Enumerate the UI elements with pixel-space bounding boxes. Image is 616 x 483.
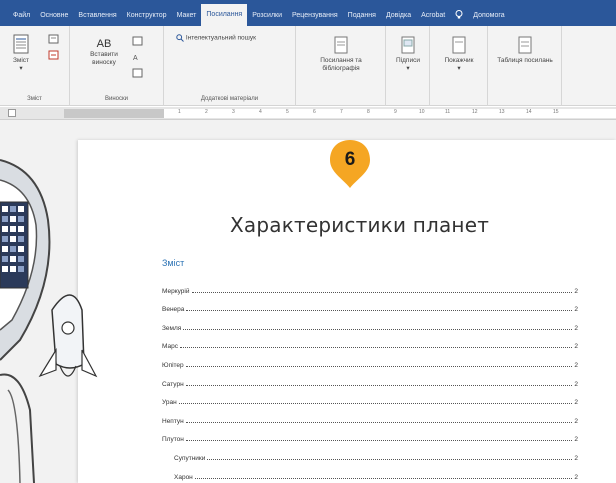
- group-label-research: Додаткові матеріали: [200, 96, 259, 102]
- group-toc: Зміст ▾ Зміст: [0, 26, 70, 106]
- chevron-down-icon: ▾: [19, 65, 23, 72]
- index-icon: [452, 36, 466, 54]
- tab-stop-selector[interactable]: [8, 109, 16, 117]
- ribbon-references: Зміст ▾ Зміст AB Вставити виноску A Вино…: [0, 26, 616, 106]
- tab-layout[interactable]: Макет: [172, 6, 202, 26]
- toc-entry[interactable]: Нептун 2: [162, 406, 578, 425]
- show-notes-icon[interactable]: [132, 68, 144, 78]
- footnote-ab-icon: AB: [96, 38, 112, 50]
- tab-acrobat[interactable]: Acrobat: [416, 6, 450, 26]
- tab-home[interactable]: Основне: [35, 6, 73, 26]
- tell-me-lightbulb-icon[interactable]: [450, 6, 468, 26]
- ribbon-tab-bar: Файл Основне Вставлення Конструктор Маке…: [0, 0, 616, 26]
- svg-text:A: A: [133, 55, 138, 62]
- tab-mailings[interactable]: Розсилки: [247, 6, 287, 26]
- toc-entry[interactable]: Меркурій 2: [162, 276, 578, 295]
- group-authorities: Таблиця посилань: [488, 26, 562, 106]
- next-footnote-icon[interactable]: A: [132, 52, 144, 62]
- caption-icon: [401, 36, 415, 54]
- toc-entry[interactable]: Уран 2: [162, 388, 578, 406]
- group-citations: Посилання та бібліографія: [296, 26, 386, 106]
- robot-screen-icon: [0, 201, 29, 289]
- index-button[interactable]: Покажчик ▾: [438, 36, 480, 73]
- table-of-authorities-icon: [518, 36, 532, 54]
- toc-entry[interactable]: Земля 2: [162, 313, 578, 332]
- tab-insert[interactable]: Вставлення: [73, 6, 121, 26]
- chevron-down-icon: ▾: [406, 65, 410, 72]
- document-title: Характеристики планет: [230, 213, 490, 237]
- ruler-left-margin: [64, 109, 164, 118]
- rocket-icon: [38, 294, 98, 378]
- word-window: Файл Основне Вставлення Конструктор Маке…: [0, 0, 616, 483]
- toc-subentry[interactable]: Харон 2: [162, 462, 578, 481]
- toc-entry[interactable]: Плутон 2: [162, 425, 578, 443]
- group-label-toc: Зміст: [27, 96, 42, 102]
- toc-entry[interactable]: Юпітер 2: [162, 350, 578, 369]
- table-of-authorities-button[interactable]: Таблиця посилань: [496, 36, 554, 65]
- toc-button[interactable]: Зміст ▾: [8, 34, 34, 73]
- insert-endnote-icon[interactable]: [132, 36, 144, 46]
- chevron-down-icon: ▾: [457, 65, 461, 72]
- update-table-icon[interactable]: [48, 50, 60, 60]
- group-research: Інтелектуальний пошук Додаткові матеріал…: [164, 26, 296, 106]
- group-label-footnotes: Виноски: [105, 96, 128, 102]
- tab-tell-me[interactable]: Допомога: [468, 6, 509, 26]
- toc-entry[interactable]: Венера 2: [162, 295, 578, 313]
- bibliography-icon: [334, 36, 348, 54]
- smart-lookup-button[interactable]: Інтелектуальний пошук: [176, 34, 256, 42]
- toc-subentry[interactable]: Супутники 2: [162, 443, 578, 462]
- horizontal-ruler[interactable]: 1 2 3 4 5 6 7 8 9 10 11 12 13 14 15: [0, 107, 616, 120]
- add-text-icon[interactable]: [48, 34, 60, 44]
- step-number: 6: [344, 149, 356, 170]
- toc-icon: [13, 34, 29, 54]
- group-captions: Підписи ▾: [386, 26, 430, 106]
- toc-entry[interactable]: Сатурн 2: [162, 369, 578, 388]
- tab-design[interactable]: Конструктор: [122, 6, 172, 26]
- citations-bibliography-button[interactable]: Посилання та бібліографія: [308, 36, 374, 73]
- table-of-contents[interactable]: Меркурій 2 Венера 2 Земля 2 Марс 2 Юпітер 2 С…: [162, 276, 578, 481]
- captions-button[interactable]: Підписи ▾: [390, 36, 426, 73]
- tab-references[interactable]: Посилання: [201, 4, 248, 26]
- tab-help[interactable]: Довідка: [381, 6, 416, 26]
- tab-review[interactable]: Рецензування: [287, 6, 343, 26]
- robot-illustration: [0, 159, 98, 483]
- toc-entry[interactable]: Марс 2: [162, 332, 578, 350]
- toc-heading: Зміст: [162, 258, 185, 268]
- group-index: Покажчик ▾: [430, 26, 488, 106]
- insert-footnote-button[interactable]: AB Вставити виноску: [84, 38, 124, 67]
- group-footnotes: AB Вставити виноску A Виноски: [70, 26, 164, 106]
- tab-file[interactable]: Файл: [8, 6, 35, 26]
- tab-view[interactable]: Подання: [343, 6, 381, 26]
- search-icon: [176, 34, 184, 42]
